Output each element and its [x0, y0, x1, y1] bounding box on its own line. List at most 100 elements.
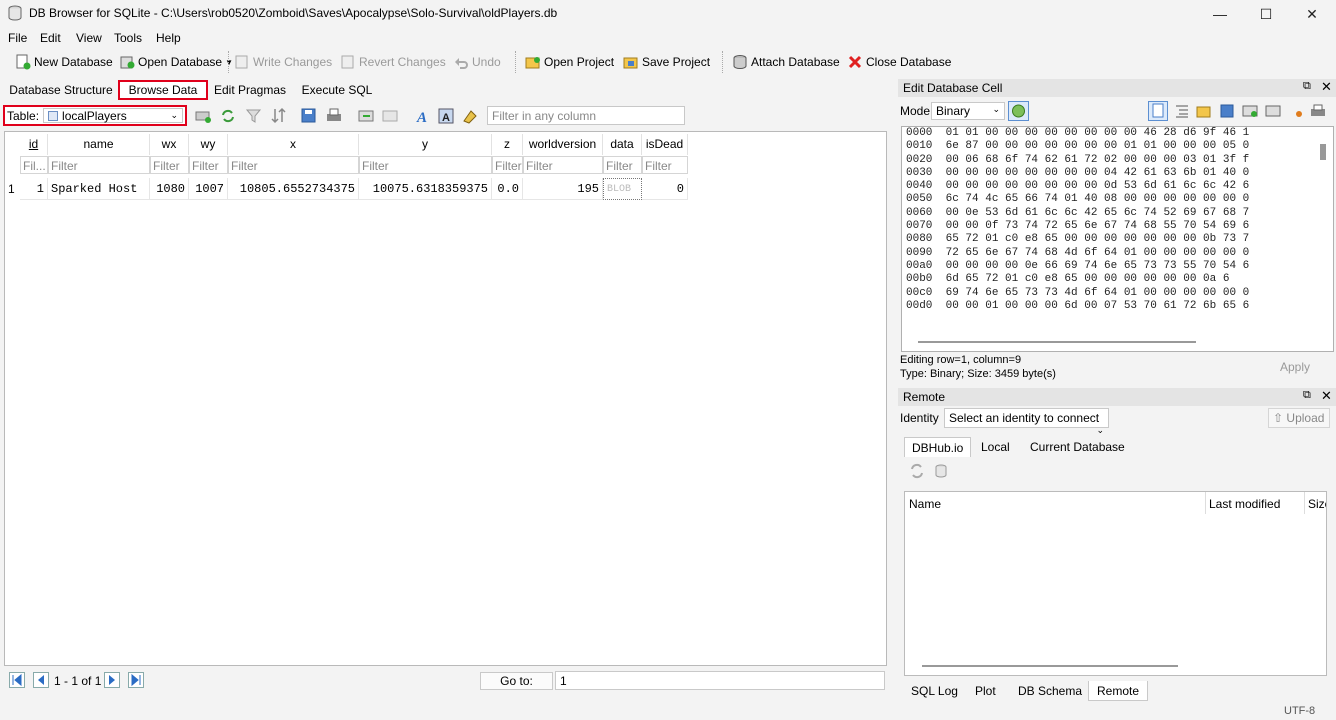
tab-remote[interactable]: Remote: [1088, 681, 1149, 701]
filter-x-input[interactable]: Filter: [228, 156, 359, 174]
close-icon[interactable]: ✕: [1321, 388, 1332, 404]
hex-scrollbar[interactable]: [1320, 144, 1326, 160]
hex-line[interactable]: 0000 01 01 00 00 00 00 00 00 00 00 46 28…: [902, 127, 1333, 140]
cell-z[interactable]: 0.0: [492, 178, 523, 200]
hex-line[interactable]: 00a0 00 00 00 00 0e 66 69 74 6e 65 73 73…: [902, 260, 1333, 273]
attach-database-button[interactable]: Attach Database: [732, 52, 840, 72]
font-icon[interactable]: A: [413, 107, 431, 125]
refresh-icon[interactable]: [219, 107, 237, 125]
export-icon[interactable]: [1219, 103, 1235, 119]
hex-line[interactable]: 0070 00 00 0f 73 74 72 65 6e 67 74 68 55…: [902, 220, 1333, 233]
close-icon[interactable]: ✕: [1321, 79, 1332, 95]
tab-current-database[interactable]: Current Database: [1023, 437, 1132, 457]
filter-z-input[interactable]: Filter: [492, 156, 523, 174]
cell-wy[interactable]: 1007: [189, 178, 228, 200]
mode-dropdown[interactable]: Binary ⌄: [931, 102, 1005, 120]
hex-horizontal-scrollbar[interactable]: [918, 341, 1196, 343]
hex-line[interactable]: 0090 72 65 6e 67 74 68 4d 6f 64 01 00 00…: [902, 247, 1333, 260]
menu-help[interactable]: Help: [156, 31, 181, 45]
hex-editor[interactable]: 0000 01 01 00 00 00 00 00 00 00 00 46 28…: [901, 126, 1334, 352]
save-filter-icon[interactable]: [300, 107, 318, 125]
minimize-button[interactable]: —: [1197, 0, 1243, 28]
goto-input[interactable]: 1: [555, 671, 885, 690]
maximize-button[interactable]: ☐: [1243, 0, 1289, 28]
remote-horizontal-scrollbar[interactable]: [922, 665, 1178, 667]
tab-dbhub[interactable]: DBHub.io: [904, 437, 972, 457]
filter-name-input[interactable]: Filter: [48, 156, 150, 174]
filter-worldversion-input[interactable]: Filter: [523, 156, 603, 174]
tab-sql-log[interactable]: SQL Log: [903, 681, 966, 701]
upload-button[interactable]: ⇧ Upload: [1268, 408, 1330, 428]
tab-execute-sql[interactable]: Execute SQL: [298, 80, 376, 100]
menu-view[interactable]: View: [76, 31, 102, 45]
filter-id-input[interactable]: Fil...: [20, 156, 48, 174]
auto-switch-mode-icon[interactable]: [1008, 101, 1029, 121]
hex-line[interactable]: 00c0 69 74 6e 65 73 73 4d 6f 64 01 00 00…: [902, 287, 1333, 300]
cell-id[interactable]: 1: [20, 178, 48, 200]
tab-database-structure[interactable]: Database Structure: [8, 80, 114, 100]
column-header-wy[interactable]: wy: [189, 134, 228, 155]
next-page-icon[interactable]: [104, 672, 120, 688]
hex-line[interactable]: 0030 00 00 00 00 00 00 00 00 04 42 61 63…: [902, 167, 1333, 180]
filter-any-column-input[interactable]: Filter in any column: [487, 106, 685, 125]
column-header-data[interactable]: data: [603, 134, 642, 155]
filter-wy-input[interactable]: Filter: [189, 156, 228, 174]
fill-color-icon[interactable]: [461, 107, 479, 125]
filter-y-input[interactable]: Filter: [359, 156, 492, 174]
set-null-icon[interactable]: [1242, 103, 1258, 119]
refresh-table-icon[interactable]: [194, 107, 212, 125]
column-header-last-modified[interactable]: Last modified: [1209, 497, 1280, 511]
new-database-button[interactable]: New Database: [15, 52, 113, 72]
cell-data-blob[interactable]: BLOB: [603, 178, 642, 200]
hex-line[interactable]: 0040 00 00 00 00 00 00 00 00 0d 53 6d 61…: [902, 180, 1333, 193]
last-page-icon[interactable]: [128, 672, 144, 688]
open-external-icon[interactable]: [1265, 103, 1281, 119]
delete-record-icon[interactable]: [381, 107, 399, 125]
table-dropdown[interactable]: localPlayers ⌄: [43, 108, 184, 123]
filter-data-input[interactable]: Filter: [603, 156, 642, 174]
text-color-icon[interactable]: A: [437, 107, 455, 125]
cell-worldversion[interactable]: 195: [523, 178, 603, 200]
undock-icon[interactable]: ⧉: [1303, 389, 1311, 402]
column-header-z[interactable]: z: [492, 134, 523, 155]
column-header-worldversion[interactable]: worldversion: [523, 134, 603, 155]
tab-browse-data[interactable]: Browse Data: [118, 80, 208, 100]
insert-record-icon[interactable]: [357, 107, 375, 125]
hex-line[interactable]: 00b0 6d 65 72 01 c0 e8 65 00 00 00 00 00…: [902, 273, 1333, 286]
open-database-button[interactable]: Open Database ▼: [119, 52, 233, 72]
hex-line[interactable]: 0080 65 72 01 c0 e8 65 00 00 00 00 00 00…: [902, 233, 1333, 246]
column-header-name[interactable]: Name: [909, 497, 941, 511]
sort-icon[interactable]: [270, 107, 288, 125]
column-header-isdead[interactable]: isDead: [642, 134, 688, 155]
close-window-button[interactable]: ✕: [1289, 0, 1335, 28]
revert-changes-button[interactable]: Revert Changes: [340, 52, 446, 72]
menu-file[interactable]: File: [8, 31, 27, 45]
column-header-size[interactable]: Size: [1308, 497, 1326, 511]
filter-isdead-input[interactable]: Filter: [642, 156, 688, 174]
tab-plot[interactable]: Plot: [967, 681, 1004, 701]
first-page-icon[interactable]: [9, 672, 25, 688]
cell-wx[interactable]: 1080: [150, 178, 189, 200]
row-number[interactable]: 1: [5, 178, 20, 200]
indent-icon[interactable]: [1174, 103, 1190, 119]
save-project-button[interactable]: Save Project: [623, 52, 710, 72]
open-project-button[interactable]: Open Project: [525, 52, 614, 72]
import-icon[interactable]: [1196, 103, 1212, 119]
identity-dropdown[interactable]: Select an identity to connect ⌄: [944, 408, 1109, 435]
print-cell-icon[interactable]: [1310, 103, 1326, 119]
hex-line[interactable]: 0010 6e 87 00 00 00 00 00 00 00 01 01 00…: [902, 140, 1333, 153]
previous-page-icon[interactable]: [33, 672, 49, 688]
word-wrap-icon[interactable]: [1148, 101, 1168, 121]
refresh-icon[interactable]: [909, 463, 925, 479]
menu-tools[interactable]: Tools: [114, 31, 142, 45]
goto-button[interactable]: Go to:: [480, 672, 553, 690]
cell-y[interactable]: 10075.6318359375: [359, 178, 492, 200]
tab-edit-pragmas[interactable]: Edit Pragmas: [212, 80, 288, 100]
hex-line[interactable]: 0060 00 0e 53 6d 61 6c 6c 42 65 6c 74 52…: [902, 207, 1333, 220]
cell-name[interactable]: Sparked Host: [48, 178, 150, 200]
menu-edit[interactable]: Edit: [40, 31, 61, 45]
undock-icon[interactable]: ⧉: [1303, 80, 1311, 93]
column-header-wx[interactable]: wx: [150, 134, 189, 155]
evaluate-icon[interactable]: [1288, 103, 1304, 119]
clone-database-icon[interactable]: [934, 463, 950, 479]
